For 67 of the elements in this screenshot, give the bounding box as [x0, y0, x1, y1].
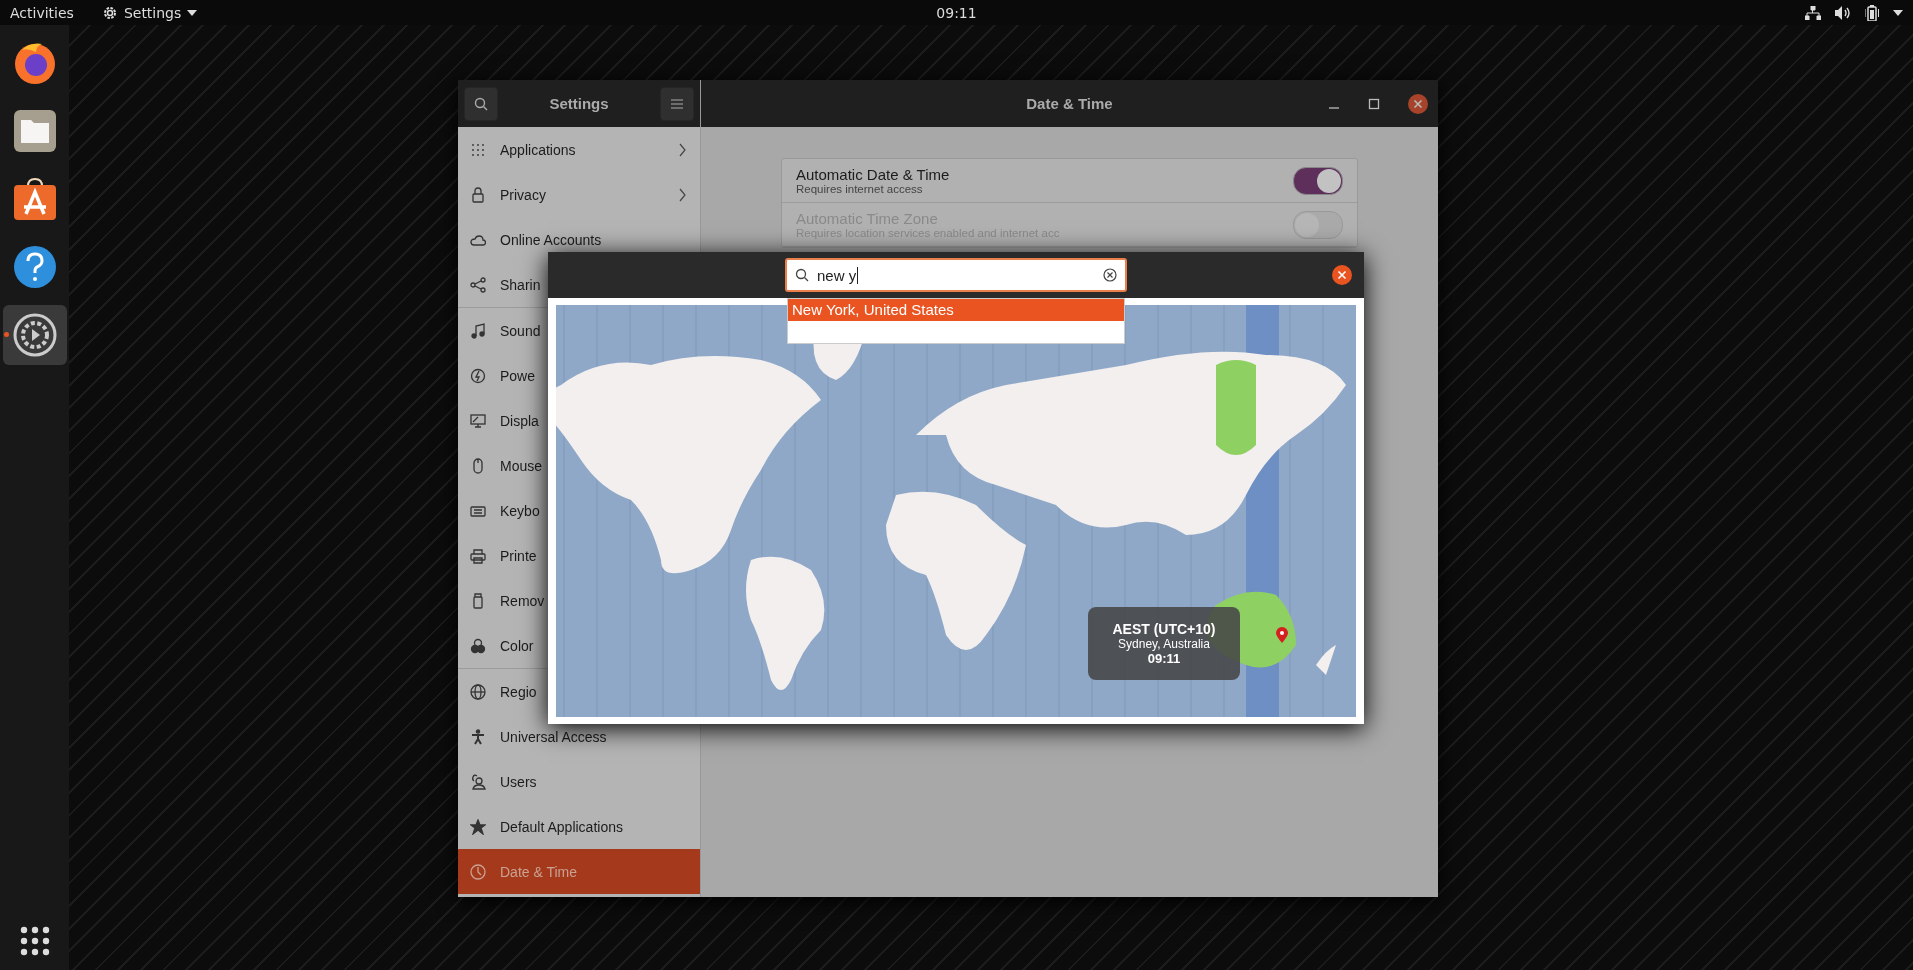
battery-icon[interactable]: [1865, 4, 1879, 21]
city-name: Sydney, Australia: [1118, 637, 1210, 651]
usb-icon: [470, 592, 486, 609]
maximize-icon[interactable]: [1368, 97, 1380, 110]
display-icon: [470, 412, 486, 429]
star-icon: [470, 818, 486, 835]
setting-subtitle: Requires internet access: [796, 183, 924, 195]
menu-button[interactable]: [660, 86, 694, 121]
menu-icon: [671, 98, 683, 109]
sidebar-item[interactable]: Printe: [458, 533, 700, 578]
color-icon: [470, 637, 486, 654]
sidebar-item[interactable]: Default Applications: [458, 804, 700, 849]
caret-icon: [187, 9, 198, 16]
share-icon: [470, 276, 486, 293]
sidebar-item[interactable]: Color: [458, 623, 700, 668]
power-icon: [470, 367, 486, 384]
person-icon: [470, 728, 486, 745]
activities-button[interactable]: Activities: [10, 4, 74, 21]
sidebar-item[interactable]: Users: [458, 759, 700, 804]
users-icon: [470, 773, 486, 790]
clear-icon[interactable]: [1103, 268, 1117, 282]
shopping-bag-icon: [11, 176, 58, 222]
clock[interactable]: 09:11: [936, 4, 977, 21]
sidebar-item[interactable]: Applications: [458, 127, 700, 172]
toggle-switch[interactable]: [1293, 166, 1343, 195]
music-icon: [470, 322, 486, 339]
sidebar-item[interactable]: Online Accounts: [458, 217, 700, 262]
window-title: Date & Time: [1026, 95, 1113, 112]
search-button[interactable]: [464, 86, 498, 121]
printer-icon: [470, 547, 486, 564]
folder-icon: [11, 108, 58, 154]
sidebar-item[interactable]: Sound: [458, 308, 700, 353]
sidebar-item[interactable]: Remov: [458, 578, 700, 623]
dock-app[interactable]: [2, 305, 67, 365]
map-pin-icon: [1276, 627, 1288, 643]
clock-icon: [470, 863, 486, 880]
gear-icon: [101, 4, 118, 21]
gear-icon: [11, 312, 58, 358]
setting-title: Automatic Date & Time: [796, 166, 951, 183]
close-icon[interactable]: [1332, 265, 1352, 285]
sidebar-item[interactable]: Sharin: [458, 262, 700, 307]
volume-icon[interactable]: [1835, 5, 1851, 20]
sidebar-item[interactable]: Keybo: [458, 488, 700, 533]
app-menu[interactable]: Settings: [101, 4, 198, 21]
lock-icon: [470, 186, 486, 203]
grid-icon: [470, 141, 486, 158]
sidebar-item[interactable]: Universal Access: [458, 714, 700, 759]
sidebar-item[interactable]: Mouse: [458, 443, 700, 488]
globe-icon: [470, 683, 486, 700]
timezone-name: AEST (UTC+10): [1112, 621, 1216, 637]
running-indicator: [3, 332, 9, 337]
sidebar-title: Settings: [549, 95, 609, 112]
local-time: 09:11: [1147, 651, 1181, 666]
search-icon: [795, 268, 809, 282]
network-icon[interactable]: [1805, 5, 1821, 20]
close-icon[interactable]: [1408, 93, 1428, 114]
sidebar-item[interactable]: Regio: [458, 669, 700, 714]
app-grid-icon[interactable]: [19, 926, 50, 956]
sidebar-item[interactable]: Displa: [458, 398, 700, 443]
question-mark-icon: [11, 244, 58, 290]
sidebar-item[interactable]: Powe: [458, 353, 700, 398]
caret-icon[interactable]: [1893, 9, 1903, 16]
mouse-icon: [470, 457, 486, 474]
search-icon: [474, 96, 488, 111]
search-result[interactable]: New York, United States: [788, 299, 1124, 321]
sidebar-item[interactable]: Privacy: [458, 172, 700, 217]
search-field[interactable]: new y: [785, 258, 1127, 292]
